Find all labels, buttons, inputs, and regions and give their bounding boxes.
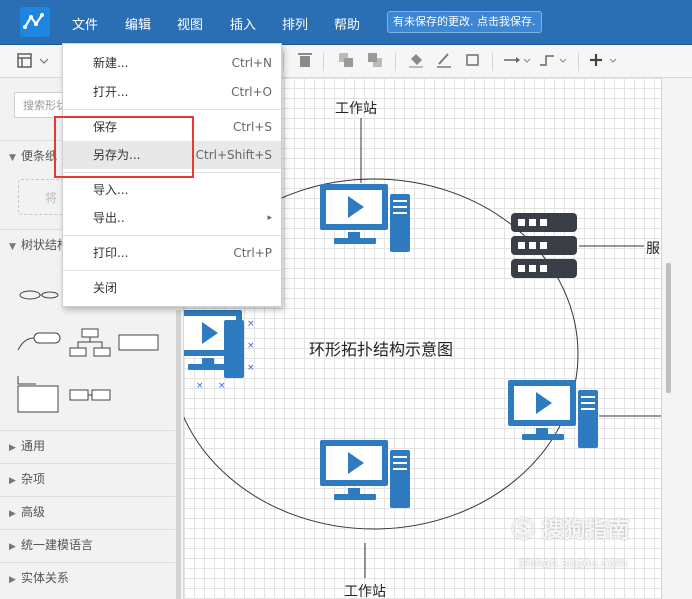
chevron-right-icon: ▶ [9,542,16,552]
svg-text:×: × [218,381,226,388]
svg-text:×: × [196,381,204,388]
section-entity-relation[interactable]: ▶ 实体关系 [0,564,175,592]
tree-shape-org[interactable] [68,328,112,358]
toolbar-separator [395,53,396,71]
toolbar-separator [578,53,579,71]
section-divider [0,529,175,530]
menu-item-close[interactable]: 关闭 [63,274,281,302]
server-icon[interactable] [509,211,579,283]
logo-icon[interactable] [20,7,50,37]
chevron-down-icon: ▼ [9,153,16,163]
chevron-right-icon: ▶ [9,443,16,453]
tree-shape-mindmap[interactable] [16,283,62,307]
bottom-station-label[interactable]: 工作站 [344,581,386,599]
menu-bar: 文件 编辑 视图 插入 排列 帮助 有未保存的更改. 点击我保存. [0,0,692,45]
menu-item-export[interactable]: 导出.. ▸ [63,204,281,232]
delete-icon[interactable] [295,51,315,71]
menu-view[interactable]: 视图 [177,14,203,33]
section-divider [0,562,175,563]
svg-text:×: × [247,319,255,329]
tree-shape-box[interactable] [118,333,160,353]
to-front-icon[interactable] [336,51,356,71]
format-panel-scrollbar[interactable] [666,263,671,393]
sidebar-scrollbar[interactable] [176,310,181,599]
chevron-down-icon: ▼ [9,242,16,252]
menu-insert[interactable]: 插入 [230,14,256,33]
connector-icon[interactable] [502,51,534,71]
fill-icon[interactable] [406,51,426,71]
waypoint-icon[interactable] [538,51,570,71]
section-misc[interactable]: ▶ 杂项 [0,465,175,493]
tree-shape-curve[interactable] [16,330,62,354]
section-divider [0,463,175,464]
monitor-icon[interactable]: × × × × × [184,308,267,388]
section-advanced[interactable]: ▶ 高级 [0,498,175,526]
menu-separator [63,235,281,236]
format-panel [661,78,692,599]
menu-edit[interactable]: 编辑 [125,14,151,33]
menu-help[interactable]: 帮助 [334,14,360,33]
tree-shape-horizontal[interactable] [68,386,112,406]
menu-item-open[interactable]: 打开... Ctrl+O [63,78,281,106]
chevron-right-icon: ▶ [9,476,16,486]
toolbar-separator [283,53,284,71]
plus-icon[interactable] [588,51,620,71]
menu-item-new[interactable]: 新建... Ctrl+N [63,49,281,77]
save-notice-button[interactable]: 有未保存的更改. 点击我保存. [387,11,542,33]
monitor-icon[interactable] [318,438,413,513]
section-general[interactable]: ▶ 通用 [0,432,175,460]
layout-icon[interactable] [14,51,54,71]
monitor-icon[interactable] [318,182,413,257]
menu-arrange[interactable]: 排列 [282,14,308,33]
line-color-icon[interactable] [434,51,454,71]
menu-item-import[interactable]: 导入... [63,176,281,204]
watermark-url: zhinan.sogou.com [518,556,628,570]
watermark-logo: Ⓢ 搜狗指南 [512,518,630,543]
menu-separator [63,270,281,271]
section-divider [0,496,175,497]
chevron-right-icon: ▶ [9,575,16,585]
diagram-title[interactable]: 环形拓扑结构示意图 [309,336,453,360]
menu-separator [63,109,281,110]
menu-item-print[interactable]: 打印... Ctrl+P [63,239,281,267]
menu-file[interactable]: 文件 [72,14,98,33]
to-back-icon[interactable] [365,51,385,71]
tree-shape-container[interactable] [16,374,60,414]
shadow-icon[interactable] [463,51,483,71]
chevron-right-icon: ▶ [9,509,16,519]
svg-text:×: × [247,363,255,373]
monitor-icon[interactable] [506,378,601,453]
section-uml[interactable]: ▶ 统一建模语言 [0,531,175,559]
submenu-arrow-icon: ▸ [267,213,272,223]
server-label[interactable]: 服务 [646,238,661,258]
toolbar-separator [323,53,324,71]
annotation-highlight-box [54,116,194,178]
toolbar-separator [492,53,493,71]
svg-text:×: × [247,341,255,351]
top-station-label[interactable]: 工作站 [335,98,377,118]
section-divider [0,430,175,431]
